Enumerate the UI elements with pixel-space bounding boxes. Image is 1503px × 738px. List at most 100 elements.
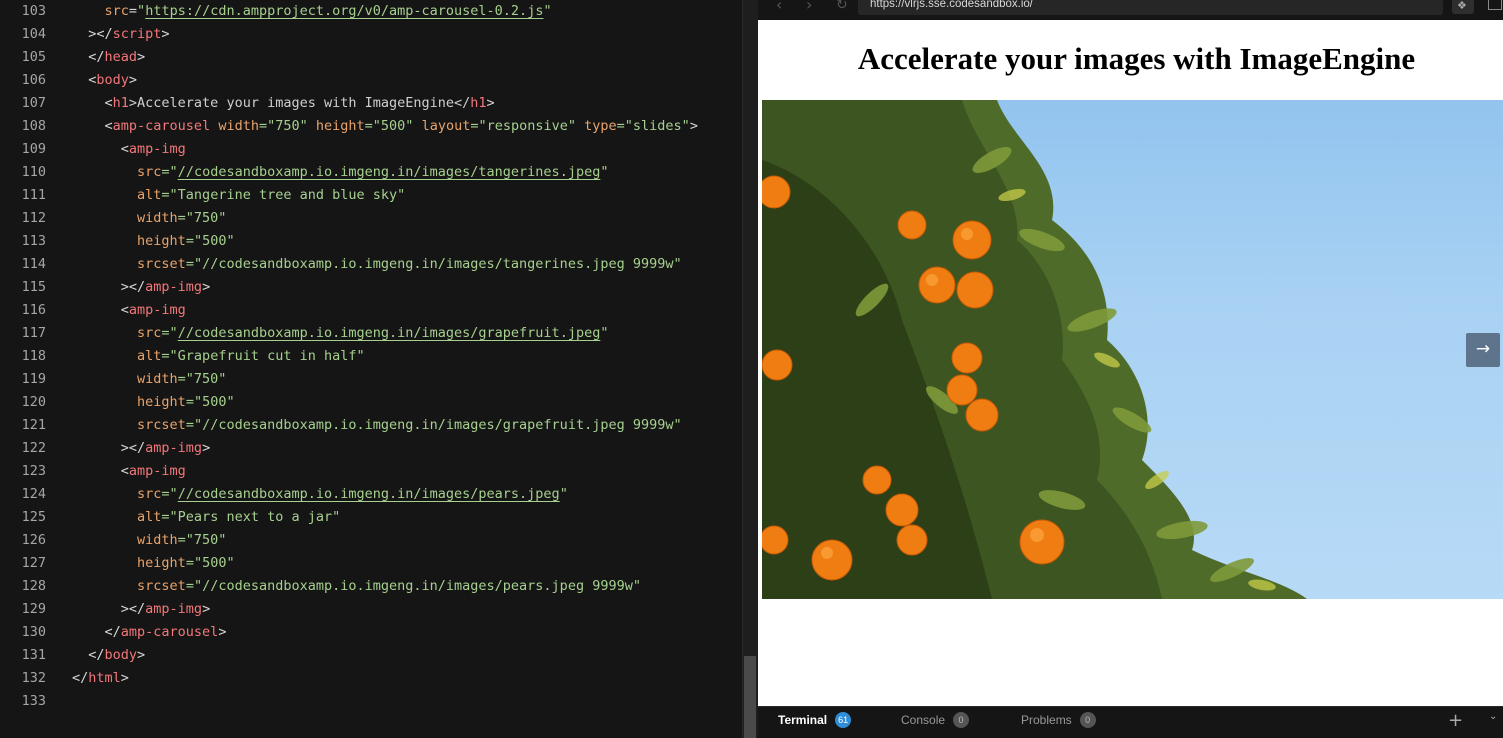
back-icon[interactable]: ‹ <box>776 0 782 14</box>
code-token: height <box>137 394 186 410</box>
line-number: 104 <box>21 26 46 42</box>
code-line[interactable]: 121 srcset="//codesandboxamp.io.imgeng.i… <box>0 414 742 437</box>
code-token: html <box>88 670 121 686</box>
code-line[interactable]: 109 <amp-img <box>0 138 742 161</box>
add-terminal-icon[interactable]: + <box>1448 710 1463 731</box>
code-token: ="750" <box>177 371 227 387</box>
code-token: amp-img <box>145 279 203 295</box>
code-line[interactable]: 118 alt="Grapefruit cut in half" <box>0 345 742 368</box>
code-line[interactable]: 128 srcset="//codesandboxamp.io.imgeng.i… <box>0 575 742 598</box>
code-token: src <box>137 325 162 341</box>
tab-label: Console <box>901 713 946 727</box>
line-number: 108 <box>21 118 46 134</box>
code-line[interactable]: 126 width="750" <box>0 529 742 552</box>
bottom-panel: Terminal 61 Console 0 Problems 0 + ⌄ <box>758 706 1503 738</box>
tab-terminal[interactable]: Terminal 61 <box>778 707 852 738</box>
reload-icon[interactable]: ↻ <box>836 0 848 14</box>
code-text: <amp-img <box>72 138 186 161</box>
code-token: =" <box>161 325 178 341</box>
code-token: ="Grapefruit cut in half" <box>161 348 365 364</box>
line-number: 130 <box>21 624 46 640</box>
code-line[interactable]: 113 height="500" <box>0 230 742 253</box>
line-number: 131 <box>21 647 46 663</box>
code-text: width="750" <box>72 368 226 391</box>
code-line[interactable]: 106 <body> <box>0 69 742 92</box>
code-token: layout <box>421 118 471 134</box>
code-token: amp-img <box>128 141 186 157</box>
code-token: src <box>137 486 162 502</box>
code-text: src="https://cdn.ampproject.org/v0/amp-c… <box>72 0 552 23</box>
code-token: </ <box>72 624 121 640</box>
code-line[interactable]: 119 width="750" <box>0 368 742 391</box>
forward-icon[interactable]: › <box>806 0 812 14</box>
code-line[interactable]: 123 <amp-img <box>0 460 742 483</box>
code-token: < <box>72 141 129 157</box>
code-line[interactable]: 103 src="https://cdn.ampproject.org/v0/a… <box>0 0 742 23</box>
code-line[interactable]: 131 </body> <box>0 644 742 667</box>
code-line[interactable]: 127 height="500" <box>0 552 742 575</box>
code-line[interactable]: 122 ></amp-img> <box>0 437 742 460</box>
code-line[interactable]: 110 src="//codesandboxamp.io.imgeng.in/i… <box>0 161 742 184</box>
code-token: > <box>161 26 170 42</box>
code-line[interactable]: 104 ></script> <box>0 23 742 46</box>
code-token: < <box>72 95 113 111</box>
code-line[interactable]: 120 height="500" <box>0 391 742 414</box>
code-line[interactable]: 124 src="//codesandboxamp.io.imgeng.in/i… <box>0 483 742 506</box>
code-token: > <box>689 118 698 134</box>
code-token: " <box>600 325 609 341</box>
code-token: ="500" <box>364 118 422 134</box>
code-text: height="500" <box>72 552 235 575</box>
tab-problems[interactable]: Problems 0 <box>1021 707 1096 738</box>
carousel-next-button[interactable]: → <box>1466 333 1500 367</box>
line-number: 103 <box>21 3 46 19</box>
tab-console[interactable]: Console 0 <box>901 707 970 738</box>
code-token: < <box>72 302 129 318</box>
code-token: height <box>137 233 186 249</box>
code-token: width <box>218 118 259 134</box>
code-text: alt="Pears next to a jar" <box>72 506 340 529</box>
code-text: <amp-img <box>72 299 186 322</box>
line-number: 127 <box>21 555 46 571</box>
code-line[interactable]: 117 src="//codesandboxamp.io.imgeng.in/i… <box>0 322 742 345</box>
code-line[interactable]: 105 </head> <box>0 46 742 69</box>
code-token: > <box>202 440 211 456</box>
tab-count-badge: 0 <box>1079 712 1096 728</box>
line-number: 124 <box>21 486 46 502</box>
image-carousel[interactable]: → <box>762 100 1503 599</box>
code-line[interactable]: 107 <h1>Accelerate your images with Imag… <box>0 92 742 115</box>
code-line[interactable]: 133 <box>0 690 742 713</box>
code-line[interactable]: 114 srcset="//codesandboxamp.io.imgeng.i… <box>0 253 742 276</box>
code-line[interactable]: 108 <amp-carousel width="750" height="50… <box>0 115 742 138</box>
code-token: amp-carousel <box>112 118 211 134</box>
editor-scrollbar-track[interactable] <box>742 0 758 738</box>
code-line[interactable]: 129 ></amp-img> <box>0 598 742 621</box>
code-line[interactable]: 130 </amp-carousel> <box>0 621 742 644</box>
code-line[interactable]: 132 </html> <box>0 667 742 690</box>
url-input[interactable]: https://vlrjs.sse.codesandbox.io/ <box>858 0 1443 15</box>
code-token: ="Tangerine tree and blue sky" <box>161 187 406 203</box>
code-line[interactable]: 111 alt="Tangerine tree and blue sky" <box>0 184 742 207</box>
preview-page: Accelerate your images with ImageEngine <box>758 20 1503 706</box>
code-token: </ <box>72 670 89 686</box>
browser-preview: ‹ › ↻ https://vlrjs.sse.codesandbox.io/ … <box>758 0 1503 706</box>
open-in-new-window-icon[interactable] <box>1488 0 1502 10</box>
code-token: =" <box>161 486 178 502</box>
code-line[interactable]: 115 ></amp-img> <box>0 276 742 299</box>
code-line[interactable]: 125 alt="Pears next to a jar" <box>0 506 742 529</box>
line-number: 120 <box>21 394 46 410</box>
code-line[interactable]: 112 width="750" <box>0 207 742 230</box>
code-editor[interactable]: 103 src="https://cdn.ampproject.org/v0/a… <box>0 0 742 738</box>
code-token: ></ <box>72 26 113 42</box>
code-line[interactable]: 116 <amp-img <box>0 299 742 322</box>
chevron-down-icon[interactable]: ⌄ <box>1489 711 1497 722</box>
code-token: width <box>137 532 178 548</box>
code-token: = <box>128 3 138 19</box>
extension-button[interactable]: ❖ <box>1452 0 1474 14</box>
editor-scrollbar-thumb[interactable] <box>744 656 756 738</box>
